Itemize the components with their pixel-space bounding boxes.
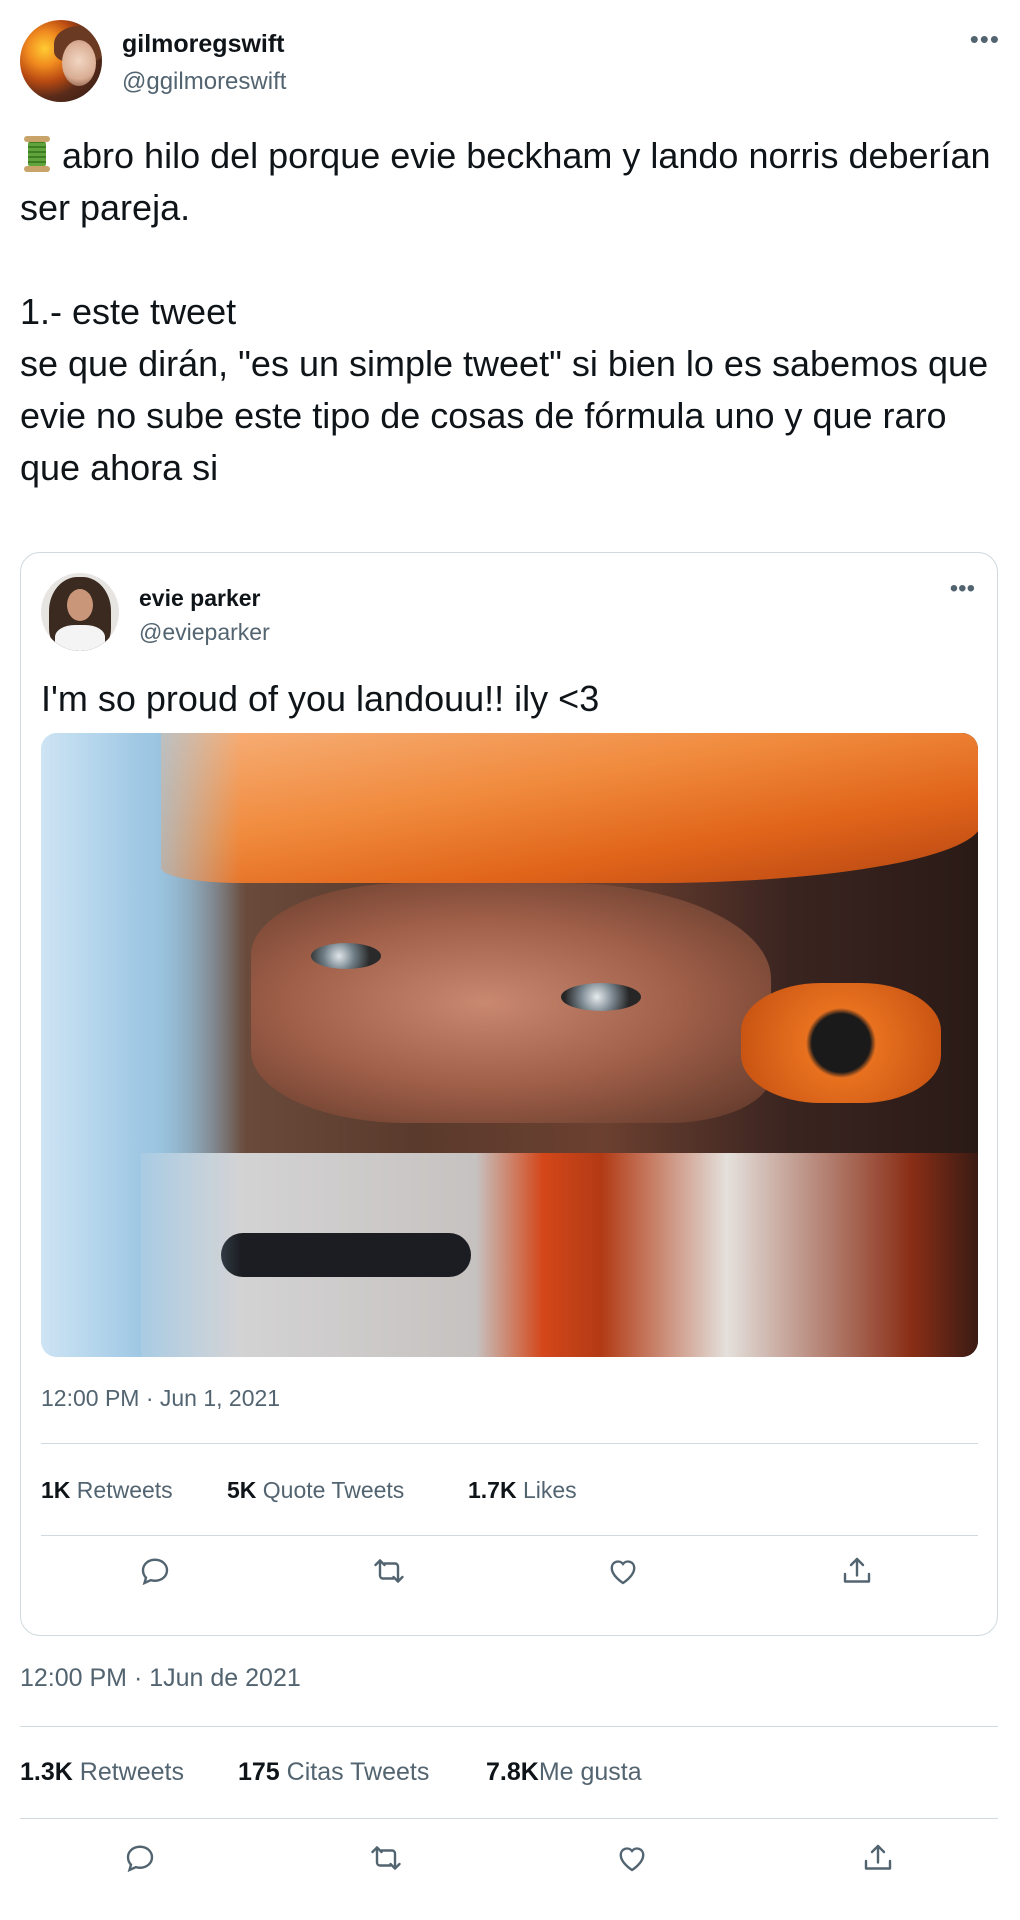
photo-eye-left xyxy=(311,943,381,969)
tweet-stats: 1.3K Retweets 175 Citas Tweets 7.8KMe gu… xyxy=(20,1758,998,1788)
divider xyxy=(41,1535,978,1536)
retweets-stat[interactable]: 1.3K Retweets xyxy=(20,1758,184,1787)
photo-helmet-strap xyxy=(741,983,941,1103)
avatar[interactable] xyxy=(20,20,102,102)
like-icon[interactable] xyxy=(614,1840,654,1880)
share-icon[interactable] xyxy=(860,1840,900,1880)
tweet-text: abro hilo del porque evie beckham y land… xyxy=(20,130,1005,494)
photo-helmet-visor xyxy=(161,733,978,883)
divider xyxy=(20,1818,998,1819)
likes-label: Me gusta xyxy=(538,1758,642,1786)
retweet-icon[interactable] xyxy=(371,1553,411,1593)
quoted-retweets-stat[interactable]: 1K Retweets xyxy=(41,1477,173,1504)
quoted-stats: 1K Retweets 5K Quote Tweets 1.7K Likes xyxy=(41,1477,978,1507)
photo-blur xyxy=(41,733,241,1357)
divider xyxy=(41,1443,978,1444)
quoted-avatar-face xyxy=(67,589,93,621)
quoted-likes-label: Likes xyxy=(522,1477,577,1503)
quotes-label: Citas Tweets xyxy=(286,1758,430,1786)
quoted-avatar[interactable] xyxy=(41,573,119,651)
tweet-text-spacer xyxy=(20,234,1005,286)
quoted-tweet-photo[interactable] xyxy=(41,733,978,1357)
quoted-retweets-label: Retweets xyxy=(76,1477,173,1503)
tweet-text-body: se que dirán, "es un simple tweet" si bi… xyxy=(20,343,989,488)
tweet-text-intro: abro hilo del porque evie beckham y land… xyxy=(20,135,991,228)
likes-stat[interactable]: 7.8KMe gusta xyxy=(486,1758,642,1787)
tweet-text-item: 1.- este tweet xyxy=(20,291,237,332)
quoted-likes-count: 1.7K xyxy=(468,1477,517,1503)
spool-icon xyxy=(20,134,52,174)
share-icon[interactable] xyxy=(839,1553,879,1593)
retweets-count: 1.3K xyxy=(20,1758,73,1786)
photo-face xyxy=(251,883,771,1123)
quoted-quotes-count: 5K xyxy=(227,1477,257,1503)
like-icon[interactable] xyxy=(605,1553,645,1593)
quoted-quotes-label: Quote Tweets xyxy=(262,1477,405,1503)
retweets-label: Retweets xyxy=(79,1758,184,1786)
tweet-timestamp[interactable]: 12:00 PM · 1Jun de 2021 xyxy=(20,1664,301,1693)
quoted-author-handle[interactable]: @evieparker xyxy=(139,619,270,646)
tweet-action-bar xyxy=(20,1840,998,1880)
more-options-icon[interactable]: ••• xyxy=(970,24,1000,55)
avatar-face xyxy=(62,40,96,86)
photo-eye-right xyxy=(561,983,641,1011)
quotes-count: 175 xyxy=(238,1758,280,1786)
divider xyxy=(20,1726,998,1727)
photo-helmet-vent xyxy=(221,1233,471,1277)
tweet-header: gilmoregswift @ggilmoreswift ••• xyxy=(20,20,1000,104)
retweet-icon[interactable] xyxy=(368,1840,408,1880)
reply-icon[interactable] xyxy=(137,1553,177,1593)
quoted-tweet[interactable]: evie parker @evieparker ••• I'm so proud… xyxy=(20,552,998,1636)
author-name[interactable]: gilmoregswift xyxy=(122,30,285,59)
quoted-retweets-count: 1K xyxy=(41,1477,71,1503)
quoted-more-options-icon[interactable]: ••• xyxy=(950,575,975,603)
quoted-timestamp[interactable]: 12:00 PM · Jun 1, 2021 xyxy=(41,1385,280,1412)
quoted-author-name[interactable]: evie parker xyxy=(139,585,260,612)
author-handle[interactable]: @ggilmoreswift xyxy=(122,68,286,96)
quoted-avatar-shirt xyxy=(55,625,105,651)
quotes-stat[interactable]: 175 Citas Tweets xyxy=(238,1758,429,1787)
quoted-tweet-text: I'm so proud of you landouu!! ily <3 xyxy=(41,678,600,719)
tweet-text-line: abro hilo del porque evie beckham y land… xyxy=(20,130,1005,234)
reply-icon[interactable] xyxy=(122,1840,162,1880)
likes-count: 7.8K xyxy=(486,1758,539,1786)
quoted-quotes-stat[interactable]: 5K Quote Tweets xyxy=(227,1477,404,1504)
quoted-action-bar xyxy=(41,1553,978,1593)
quoted-likes-stat[interactable]: 1.7K Likes xyxy=(468,1477,577,1504)
tweet: gilmoregswift @ggilmoreswift ••• abro hi… xyxy=(0,0,1020,1920)
